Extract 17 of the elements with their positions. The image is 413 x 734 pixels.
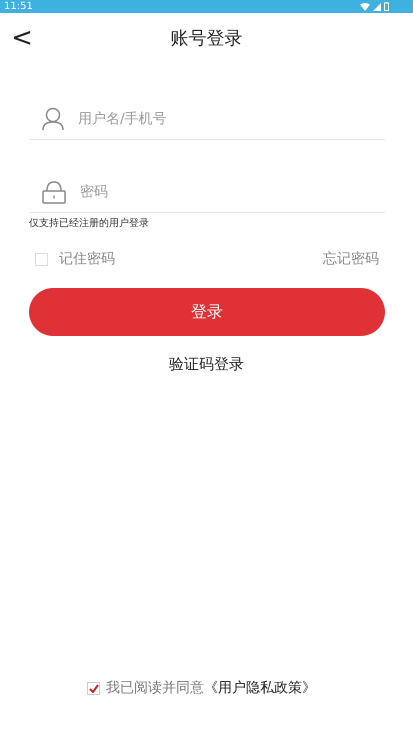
- signal-icon: [373, 2, 381, 10]
- wifi-icon: [360, 2, 370, 10]
- code-login-link[interactable]: 验证码登录: [169, 355, 244, 374]
- login-button[interactable]: 登录: [29, 288, 385, 336]
- privacy-policy-link[interactable]: 《用户隐私政策》: [204, 679, 316, 697]
- user-icon: [42, 107, 64, 131]
- battery-icon: [384, 2, 389, 11]
- hint-text: 仅支持已经注册的用户登录: [28, 216, 150, 230]
- page-title: 账号登录: [170, 27, 242, 50]
- agreement-checkbox[interactable]: [87, 682, 100, 694]
- remember-label: 记住密码: [59, 250, 115, 268]
- back-button[interactable]: <: [10, 23, 34, 53]
- lock-icon: [42, 180, 66, 204]
- forgot-password-link[interactable]: 忘记密码: [323, 250, 379, 268]
- status-time: 11:51: [4, 1, 33, 12]
- remember-checkbox[interactable]: [35, 252, 48, 266]
- agreement-text: 我已阅读并同意: [106, 679, 204, 697]
